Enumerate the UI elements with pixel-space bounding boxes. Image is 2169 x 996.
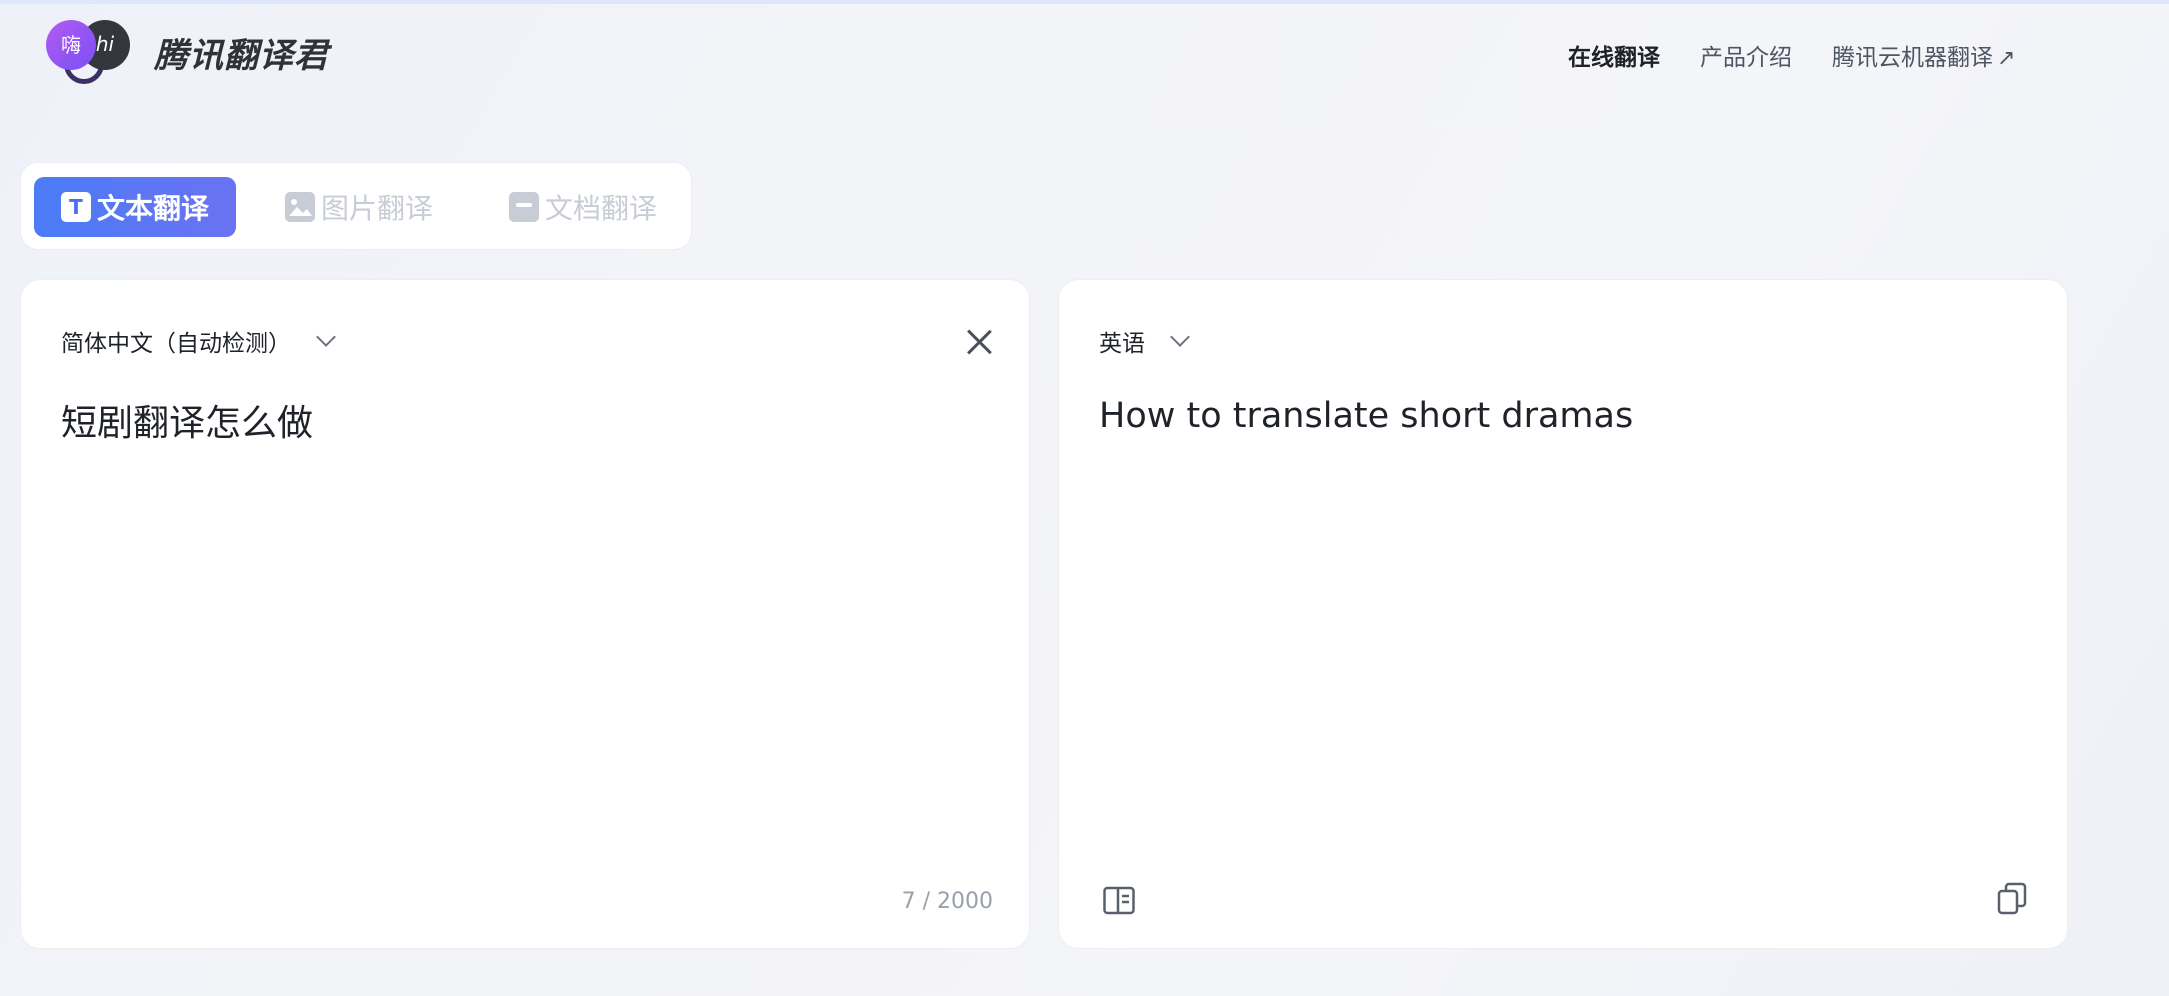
nav-online-translate[interactable]: 在线翻译	[1568, 38, 1660, 72]
tab-text-translate[interactable]: T 文本翻译	[34, 177, 236, 237]
mode-tabs: T 文本翻译 图片翻译 文档翻译	[20, 162, 692, 250]
copy-icon[interactable]	[1997, 882, 2027, 916]
document-icon	[509, 192, 539, 222]
brand-name: 腾讯翻译君	[154, 36, 329, 76]
tab-doc-translate[interactable]: 文档翻译	[509, 177, 657, 237]
logo[interactable]: hi 嗨 腾讯翻译君	[46, 20, 346, 90]
target-panel: 英语 How to translate short dramas	[1058, 279, 2068, 949]
nav-tencent-cloud-mt[interactable]: 腾讯云机器翻译 ↗	[1832, 38, 2015, 72]
nav-tencent-cloud-label: 腾讯云机器翻译	[1832, 45, 1993, 71]
tab-doc-label: 文档翻译	[545, 192, 658, 225]
chevron-down-icon	[316, 327, 336, 347]
chevron-down-icon	[1170, 327, 1190, 347]
source-language-select[interactable]: 简体中文（自动检测）	[61, 324, 336, 358]
top-nav: 在线翻译 产品介绍 腾讯云机器翻译 ↗	[1568, 38, 2015, 72]
tab-image-label: 图片翻译	[321, 192, 434, 225]
target-language-select[interactable]: 英语	[1099, 324, 1190, 358]
nav-product-intro[interactable]: 产品介绍	[1700, 38, 1792, 72]
top-accent-line	[0, 0, 2169, 4]
compare-icon[interactable]	[1103, 886, 1135, 916]
external-link-icon: ↗	[1997, 46, 2016, 71]
logo-hai-bubble: 嗨	[46, 20, 96, 70]
tab-text-label: 文本翻译	[96, 192, 209, 225]
tab-image-translate[interactable]: 图片翻译	[285, 177, 433, 237]
source-language-label: 简体中文（自动检测）	[61, 331, 291, 357]
translation-output: How to translate short dramas	[1099, 396, 1634, 436]
char-counter: 7 / 2000	[901, 889, 993, 914]
source-text-input[interactable]: 短剧翻译怎么做	[61, 394, 981, 446]
image-icon	[285, 192, 315, 222]
close-icon[interactable]	[965, 328, 993, 356]
source-panel: 简体中文（自动检测） 短剧翻译怎么做 7 / 2000	[20, 279, 1030, 949]
text-icon: T	[60, 192, 91, 222]
target-language-label: 英语	[1099, 331, 1145, 357]
